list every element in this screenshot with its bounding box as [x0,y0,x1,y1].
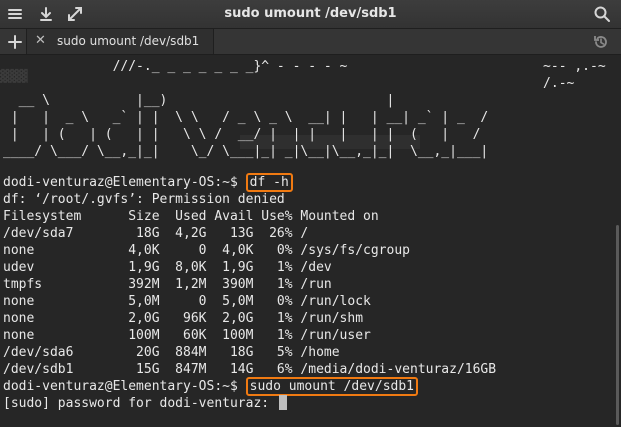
tab-bar: ✕ sudo umount /dev/sdb1 [0,29,621,55]
close-tab-icon[interactable]: ✕ [35,33,46,48]
df-header: Filesystem Size Used Avail Use% Mounted … [3,209,379,224]
ascii-art-line: | | _ \ _` | | \ \ / _ \ _ \ __| | | __|… [3,110,489,125]
ascii-art-line: ____/ \___/ \__,_|_| \_/ \___|_| _|\__|\… [3,144,489,159]
df-row: none 2,0G 96K 2,0G 1% /run/shm [3,311,364,326]
terminal-view[interactable]: ▓▓▓ ///-._ _ _ _ _ _ _}^ - - - - ~ ~-- ,… [0,55,621,427]
df-row: none 4,0K 0 4,0K 0% /sys/fs/cgroup [3,243,410,258]
tab-terminal[interactable]: ✕ sudo umount /dev/sdb1 [26,29,214,54]
df-row: /dev/sda7 18G 4,2G 13G 26% / [3,226,309,241]
password-prompt: [sudo] password for dodi-venturaz: [3,396,277,411]
df-row: udev 1,9G 8,0K 1,9G 1% /dev [3,260,332,275]
error-line: df: ‘/root/.gvfs’: Permission denied [3,192,285,207]
ascii-art-line: __ \ |__) | [3,93,395,108]
ascii-art-line: | | ( | ( | | \ \ / __/ | | | | | | ( | … [3,127,481,142]
ascii-art-line: /.-~ [3,76,575,91]
password-line[interactable]: [sudo] password for dodi-venturaz: [3,395,287,412]
df-row: tmpfs 392M 1,2M 390M 1% /run [3,277,332,292]
df-row: /dev/sda6 20G 884M 18G 5% /home [3,345,340,360]
shell-prompt: dodi-venturaz@Elementary-OS:~$ [3,379,246,394]
prompt-line: dodi-venturaz@Elementary-OS:~$ df -h [3,173,293,192]
tab-label: sudo umount /dev/sdb1 [57,34,200,48]
df-row: none 5,0M 0 5,0M 0% /run/lock [3,294,371,309]
command-umount: sudo umount /dev/sdb1 [245,377,419,396]
title-bar: sudo umount /dev/sdb1 [0,0,621,29]
df-row: none 100M 60K 100M 1% /run/user [3,328,371,343]
new-tab-icon[interactable] [6,33,24,51]
prompt-line: dodi-venturaz@Elementary-OS:~$ sudo umou… [3,377,419,396]
history-icon[interactable] [592,33,610,51]
window-title: sudo umount /dev/sdb1 [224,6,397,21]
ascii-art-line: ///-._ _ _ _ _ _ _}^ - - - - ~ ~-- ,.-~ [3,59,606,74]
text-cursor [278,395,287,410]
scrollbar[interactable] [616,225,619,425]
search-icon[interactable] [593,5,611,23]
df-row: /dev/sdb1 15G 847M 14G 6% /media/dodi-ve… [3,362,497,377]
command-df: df -h [245,173,293,192]
shell-prompt: dodi-venturaz@Elementary-OS:~$ [3,175,246,190]
